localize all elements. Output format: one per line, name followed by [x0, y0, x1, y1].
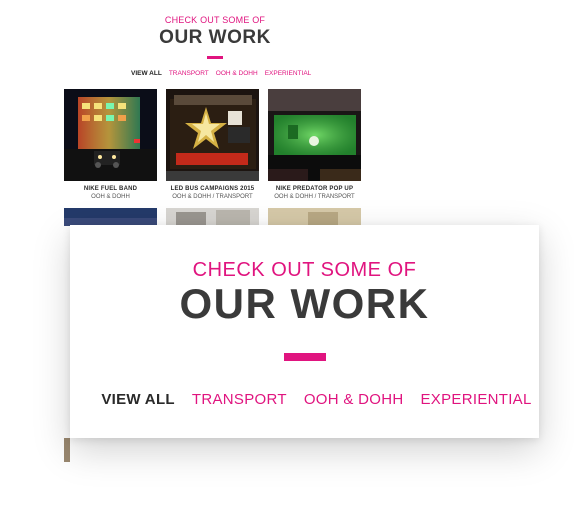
project-thumbnail-row2-1[interactable] — [64, 208, 157, 226]
project-thumbnail-row2-2[interactable] — [166, 208, 259, 226]
zoomed-section-card: CHECK OUT SOME OF OUR WORK VIEW ALL TRAN… — [70, 225, 539, 438]
preview-title: OUR WORK — [159, 27, 271, 48]
led-bus-image — [166, 89, 259, 181]
project-thumbnail-nike-fuel-band[interactable] — [64, 89, 157, 181]
filter-view-all[interactable]: VIEW ALL — [101, 391, 175, 408]
project-category: OOH & DOHH / TRANSPORT — [172, 193, 253, 200]
project-title[interactable]: NIKE FUEL BAND — [64, 186, 157, 194]
preview-filter-bar: VIEW ALL TRANSPORT OOH & DOHH EXPERIENTI… — [131, 70, 311, 77]
project-title[interactable]: LED BUS CAMPAIGNS 2015 — [166, 186, 259, 194]
thumbnail-edge — [64, 438, 70, 462]
preview-filter-transport[interactable]: TRANSPORT — [169, 70, 209, 77]
project-caption-nike-fuel-band: NIKE FUEL BAND OOH & DOHH — [64, 186, 157, 201]
green-screen-image — [268, 89, 361, 181]
project-category: OOH & DOHH / TRANSPORT — [274, 193, 355, 200]
thumbnail-image — [268, 208, 361, 226]
project-category: OOH & DOHH — [91, 193, 130, 200]
title-underline — [283, 353, 326, 361]
preview-kicker: CHECK OUT SOME OF — [164, 15, 266, 25]
section-title: OUR WORK — [179, 280, 430, 327]
preview-section-header: CHECK OUT SOME OF OUR WORK — [0, 15, 430, 59]
thumbnail-image — [166, 208, 259, 226]
thumbnail-image — [64, 208, 157, 226]
night-building-image — [64, 89, 157, 181]
project-title[interactable]: NIKE PREDATOR POP UP — [268, 186, 361, 194]
preview-filter-view-all[interactable]: VIEW ALL — [131, 70, 162, 77]
preview-filter-ooh-dohh[interactable]: OOH & DOHH — [216, 70, 258, 77]
project-thumbnail-nike-predator-pop-up[interactable] — [268, 89, 361, 181]
filter-transport[interactable]: TRANSPORT — [192, 391, 287, 408]
preview-title-underline — [207, 56, 223, 59]
project-thumbnail-led-bus-campaigns[interactable] — [166, 89, 259, 181]
preview-filter-experiential[interactable]: EXPERIENTIAL — [265, 70, 312, 77]
section-kicker: CHECK OUT SOME OF — [192, 259, 417, 281]
project-caption-led-bus-campaigns: LED BUS CAMPAIGNS 2015 OOH & DOHH / TRAN… — [166, 186, 259, 201]
project-thumbnail-row2-3[interactable] — [268, 208, 361, 226]
filter-ooh-dohh[interactable]: OOH & DOHH — [304, 391, 404, 408]
filter-experiential[interactable]: EXPERIENTIAL — [421, 391, 532, 408]
project-caption-nike-predator-pop-up: NIKE PREDATOR POP UP OOH & DOHH / TRANSP… — [268, 186, 361, 201]
filter-bar: VIEW ALL TRANSPORT OOH & DOHH EXPERIENTI… — [94, 391, 539, 408]
